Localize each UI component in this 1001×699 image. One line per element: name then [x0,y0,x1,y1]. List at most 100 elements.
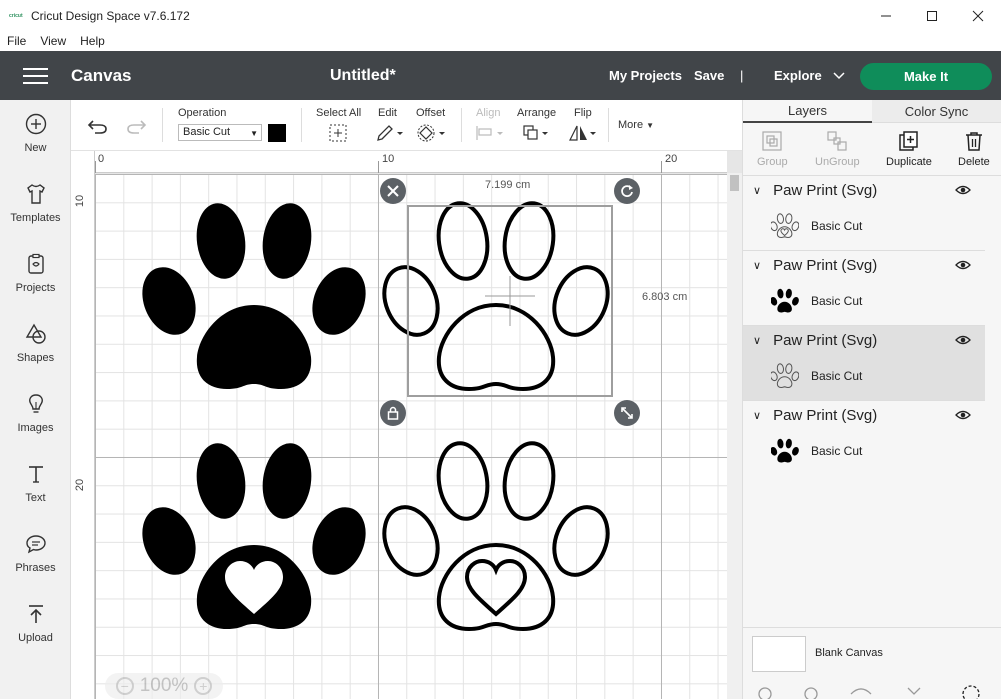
edit-pencil-icon[interactable] [375,124,403,142]
undo-icon[interactable] [87,118,109,134]
layer-group[interactable]: ∨ Paw Print (Svg) Basic Cut [743,326,985,401]
layer-item[interactable]: Basic Cut [771,212,862,240]
chevron-down-icon[interactable]: ∨ [753,334,761,347]
window-title: Cricut Design Space v7.6.172 [31,8,190,23]
left-sidebar: New Templates Projects Shapes Images Tex… [0,100,71,699]
paw-solid-heart[interactable] [132,440,376,629]
select-all-label: Select All [316,107,362,119]
lock-icon [387,406,399,420]
explore-label: Explore [774,68,822,83]
color-swatch[interactable] [268,124,286,142]
blank-canvas-row[interactable]: Blank Canvas [743,627,1001,679]
paw-solid-thumbnail-icon [771,288,799,313]
explore-menu[interactable]: Explore [774,68,845,83]
edit-toolbar: Operation Basic Cut ▼ Select All Edit Of… [71,100,742,151]
plus-circle-icon [25,113,46,135]
select-all-icon[interactable] [329,124,347,142]
menu-help[interactable]: Help [73,34,112,48]
blank-canvas-label: Blank Canvas [815,647,883,659]
close-button[interactable] [955,0,1001,31]
ungroup-button[interactable]: UnGroup [815,130,860,168]
offset-icon[interactable] [417,124,445,142]
weld-icon[interactable] [804,687,818,699]
eye-icon[interactable] [955,259,971,271]
text-icon [28,466,43,483]
sidebar-label: New [24,142,47,154]
layer-tools: Group UnGroup Duplicate Delete [743,124,1001,176]
resize-handle[interactable] [614,400,640,426]
maximize-button[interactable] [909,0,955,31]
flatten-icon[interactable] [907,687,921,695]
flip-icon[interactable] [569,124,597,142]
scroll-thumb[interactable] [730,175,739,191]
sidebar-item-new[interactable]: New [0,112,71,172]
paw-solid[interactable] [132,200,376,389]
sidebar-item-templates[interactable]: Templates [0,182,71,242]
hamburger-menu-icon[interactable] [23,67,48,84]
eye-icon[interactable] [955,409,971,421]
redo-icon[interactable] [125,118,147,134]
attach-icon[interactable] [850,688,872,695]
toolbar-divider [608,108,609,142]
layer-item[interactable]: Basic Cut [771,287,862,315]
minimize-icon [881,15,891,16]
layer-group-name: Paw Print (Svg) [773,182,878,199]
sidebar-item-text[interactable]: Text [0,462,71,522]
arrange-icon[interactable] [522,124,550,142]
delete-handle[interactable] [380,178,406,204]
align-icon[interactable] [475,124,503,142]
duplicate-button[interactable]: Duplicate [886,130,932,168]
chevron-down-icon[interactable]: ∨ [753,259,761,272]
zoom-in-button[interactable]: + [194,677,213,695]
blank-canvas-swatch[interactable] [752,636,806,672]
save-link[interactable]: Save [694,68,724,83]
layer-group[interactable]: ∨ Paw Print (Svg) Basic Cut [743,401,985,476]
shapes-icon [25,323,46,344]
ungroup-icon [827,131,847,151]
make-it-button[interactable]: Make It [860,63,992,90]
sidebar-item-upload[interactable]: Upload [0,602,71,662]
lock-handle[interactable] [380,400,406,426]
eye-icon[interactable] [955,334,971,346]
bottom-tools [758,685,980,699]
layer-item[interactable]: Basic Cut [771,362,862,390]
chevron-down-icon[interactable]: ∨ [753,184,761,197]
paw-outline-heart[interactable] [372,438,620,631]
height-dimension: 6.803 cm [642,291,688,303]
chevron-down-icon[interactable]: ∨ [753,409,761,422]
delete-button[interactable]: Delete [958,130,990,168]
operation-select[interactable]: Basic Cut ▼ [178,124,262,141]
group-label: Group [757,156,788,168]
layer-item-label: Basic Cut [811,444,863,458]
more-button[interactable]: More ▼ [618,119,654,131]
slice-icon[interactable] [758,687,772,699]
zoom-out-button[interactable]: − [115,677,134,695]
sidebar-label: Phrases [15,562,56,574]
sidebar-item-phrases[interactable]: Phrases [0,532,71,592]
sidebar-item-images[interactable]: Images [0,392,71,452]
layer-group[interactable]: ∨ Paw Print (Svg) Basic Cut [743,251,985,326]
layer-group[interactable]: ∨ Paw Print (Svg) Basic Cut [743,176,985,251]
contour-icon[interactable] [962,685,980,699]
tab-color-sync[interactable]: Color Sync [872,100,1001,123]
layer-item-label: Basic Cut [811,219,863,233]
layers-scrollbar[interactable] [987,176,1001,627]
toolbar-divider [162,108,163,142]
menu-view[interactable]: View [33,34,73,48]
menu-file[interactable]: File [0,34,33,48]
tab-layers[interactable]: Layers [743,100,872,123]
minimize-button[interactable] [863,0,909,31]
canvas-vertical-scrollbar[interactable] [727,173,742,699]
rotate-handle[interactable] [614,178,640,204]
layer-item-label: Basic Cut [811,369,863,383]
sidebar-item-projects[interactable]: Projects [0,252,71,312]
my-projects-link[interactable]: My Projects [609,68,682,83]
group-button[interactable]: Group [757,130,788,168]
upload-icon [28,605,43,623]
sidebar-item-shapes[interactable]: Shapes [0,322,71,382]
eye-icon[interactable] [955,184,971,196]
layer-item[interactable]: Basic Cut [771,437,862,465]
selection-box[interactable] [407,205,613,397]
design-canvas[interactable]: 0 10 20 10 20 7.199 cm 6.803 cm − 100% + [71,151,742,699]
document-title[interactable]: Untitled* [330,67,396,85]
